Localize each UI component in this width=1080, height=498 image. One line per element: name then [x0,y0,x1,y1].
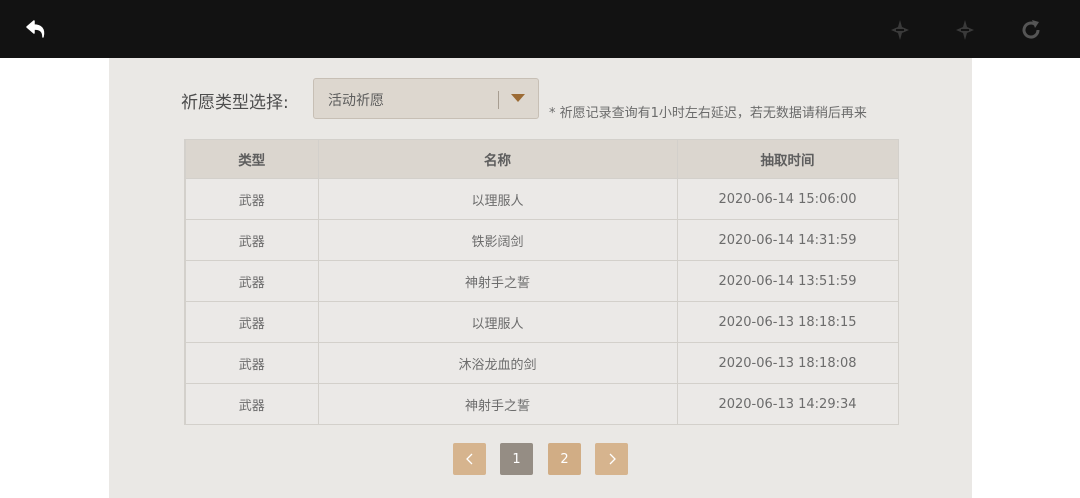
chevron-left-icon [465,453,472,465]
table-row: 武器 沐浴龙血的剑 2020-06-13 18:18:08 [184,342,899,384]
chevron-right-icon [609,453,616,465]
chevron-down-icon [511,94,525,102]
cell-time: 2020-06-14 13:51:59 [676,260,899,302]
cell-time: 2020-06-14 15:06:00 [676,178,899,220]
cell-type: 武器 [184,219,319,261]
refresh-button[interactable] [1016,15,1046,45]
sparkle-arrow-icon [891,20,909,40]
next-page-button[interactable] [595,443,628,475]
delay-notice: * 祈愿记录查询有1小时左右延迟，若无数据请稍后再来 [549,106,867,121]
header-time: 抽取时间 [676,139,899,179]
cell-time: 2020-06-13 18:18:15 [676,301,899,343]
cell-type: 武器 [184,178,319,220]
cell-time: 2020-06-13 14:29:34 [676,383,899,425]
forward-button-2[interactable] [950,15,980,45]
table-header-row: 类型 名称 抽取时间 [184,139,899,179]
page-2-button[interactable]: 2 [548,443,581,475]
cell-time: 2020-06-13 18:18:08 [676,342,899,384]
prev-page-button[interactable] [453,443,486,475]
cell-name: 铁影阔剑 [317,219,678,261]
table-row: 武器 以理服人 2020-06-14 15:06:00 [184,178,899,220]
header-type: 类型 [184,139,319,179]
select-divider [498,91,499,109]
table-row: 武器 以理服人 2020-06-13 18:18:15 [184,301,899,343]
selected-wish-type: 活动祈愿 [328,93,384,109]
cell-name: 神射手之誓 [317,383,678,425]
cell-type: 武器 [184,383,319,425]
back-button[interactable] [22,15,52,45]
table-row: 武器 铁影阔剑 2020-06-14 14:31:59 [184,219,899,261]
table-row: 武器 神射手之誓 2020-06-14 13:51:59 [184,260,899,302]
sparkle-arrow-icon [956,20,974,40]
cell-name: 以理服人 [317,301,678,343]
cell-time: 2020-06-14 14:31:59 [676,219,899,261]
cell-type: 武器 [184,260,319,302]
wish-type-select[interactable]: 活动祈愿 [313,78,539,119]
back-arrow-icon [26,20,45,38]
cell-name: 神射手之誓 [317,260,678,302]
top-toolbar [0,0,1080,58]
cell-name: 沐浴龙血的剑 [317,342,678,384]
wish-history-panel: 祈愿类型选择: 活动祈愿 * 祈愿记录查询有1小时左右延迟，若无数据请稍后再来 … [109,58,972,498]
header-name: 名称 [317,139,678,179]
table-row: 武器 神射手之誓 2020-06-13 14:29:34 [184,383,899,425]
wish-records-table: 类型 名称 抽取时间 武器 以理服人 2020-06-14 15:06:00 武… [184,139,899,425]
page-1-button[interactable]: 1 [500,443,533,475]
forward-button-1[interactable] [885,15,915,45]
cell-name: 以理服人 [317,178,678,220]
wish-type-label: 祈愿类型选择: [181,93,289,113]
cell-type: 武器 [184,342,319,384]
refresh-icon [1022,20,1040,39]
cell-type: 武器 [184,301,319,343]
